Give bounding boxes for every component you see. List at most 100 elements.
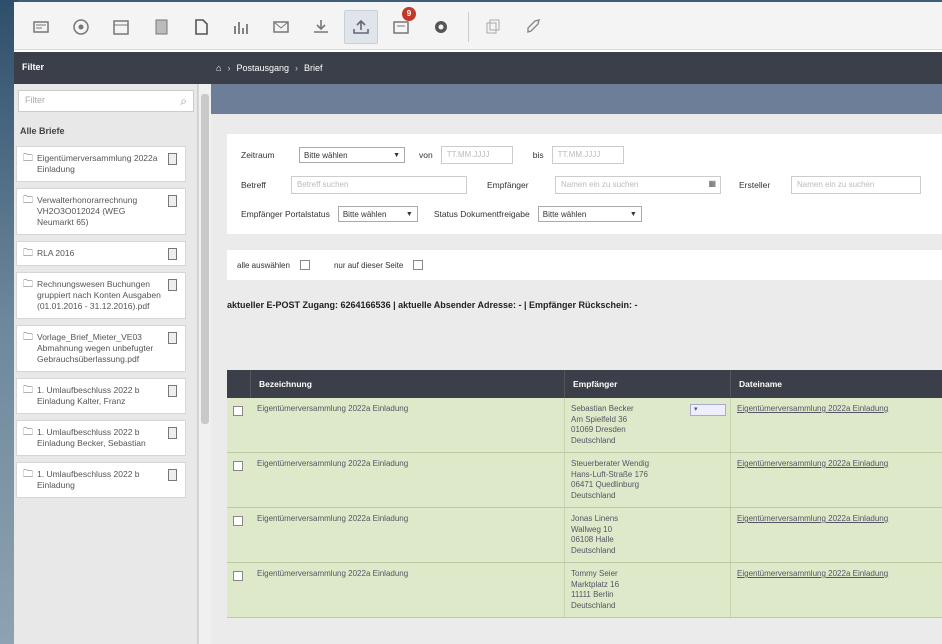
betreff-input[interactable]: Betreff suchen: [291, 176, 467, 194]
letter-title: Verwalterhonorarrechnung VH2O3O012024 (W…: [37, 195, 138, 227]
document-icon: [155, 19, 168, 35]
recipient-line: Deutschland: [571, 600, 616, 610]
letter-list-item[interactable]: 🗀 1. Umlaufbeschluss 2022 b Einladung Bec…: [16, 420, 186, 456]
document-tool-button[interactable]: [144, 10, 178, 44]
portalstatus-label: Empfänger Portalstatus: [241, 209, 330, 219]
header-dateiname[interactable]: Dateiname: [731, 370, 942, 398]
mail-tool-button[interactable]: [24, 10, 58, 44]
ersteller-input[interactable]: Namen ein zu suchen: [791, 176, 921, 194]
row-file-link[interactable]: Eigentümerversammlung 2022a Einladung: [731, 398, 942, 452]
header-empfaenger[interactable]: Empfänger: [565, 370, 731, 398]
folder-icon: 🗀: [23, 385, 33, 396]
zeitraum-select[interactable]: Bitte wählen ▼: [299, 147, 405, 163]
rocket-tool-button[interactable]: [516, 10, 550, 44]
empfaenger-label: Empfänger: [487, 180, 529, 190]
row-title: Eigentümerversammlung 2022a Einladung: [251, 563, 565, 617]
recipient-line: Am Spielfeld 36: [571, 414, 628, 424]
table-header: Bezeichnung Empfänger Dateiname: [227, 370, 942, 398]
download-tool-button[interactable]: [304, 10, 338, 44]
von-label: von: [419, 150, 433, 160]
recipient-line: Hans-Luft-Straße 176: [571, 469, 648, 479]
recipient-line: Deutschland: [571, 545, 616, 555]
row-file-link[interactable]: Eigentümerversammlung 2022a Einladung: [731, 563, 942, 617]
row-checkbox[interactable]: [233, 406, 243, 416]
table-row[interactable]: Eigentümerversammlung 2022a Einladung Seb…: [227, 398, 942, 453]
chart-tool-button[interactable]: [224, 10, 258, 44]
trash-icon[interactable]: [168, 248, 177, 260]
folder-icon: 🗀: [23, 469, 33, 480]
this-page-checkbox[interactable]: [413, 260, 424, 270]
row-file-link[interactable]: Eigentümerversammlung 2022a Einladung: [731, 508, 942, 562]
download-icon: [314, 20, 328, 33]
scrollbar-thumb[interactable]: [201, 94, 209, 424]
row-file-link[interactable]: Eigentümerversammlung 2022a Einladung: [731, 453, 942, 507]
address-select[interactable]: ▾: [690, 404, 726, 416]
trash-icon[interactable]: [168, 195, 177, 207]
letter-list-item[interactable]: 🗀 Verwalterhonorarrechnung VH2O3O012024 (…: [16, 188, 186, 235]
envelope-tool-button[interactable]: [264, 10, 298, 44]
row-checkbox-cell: [227, 563, 251, 617]
trash-icon[interactable]: [168, 385, 177, 397]
envelope-icon: [273, 21, 289, 33]
sidebar-scrollbar[interactable]: [198, 84, 211, 644]
letter-title: Eigentümerversammlung 2022a Einladung: [37, 153, 158, 174]
letter-list-item[interactable]: 🗀 Eigentümerversammlung 2022a Einladung: [16, 146, 186, 182]
home-icon[interactable]: ⌂: [216, 63, 221, 73]
sidebar-header: Filter: [14, 52, 198, 84]
chevron-down-icon: ▼: [629, 210, 637, 218]
trash-icon[interactable]: [168, 427, 177, 439]
folder-icon: 🗀: [23, 427, 33, 438]
table-row[interactable]: Eigentümerversammlung 2022a Einladung Jon…: [227, 508, 942, 563]
search-icon[interactable]: ⌕: [180, 94, 187, 109]
header-bezeichnung[interactable]: Bezeichnung: [251, 370, 565, 398]
bis-date-input[interactable]: TT.MM.JJJJ: [551, 146, 624, 164]
breadcrumb-brief[interactable]: Brief: [304, 63, 323, 73]
toolbar-separator: [468, 12, 469, 42]
letter-list-item[interactable]: 🗀 Rechnungswesen Buchungen gruppiert nach…: [16, 272, 186, 319]
von-date-input[interactable]: TT.MM.JJJJ: [440, 146, 513, 164]
upload-tool-button[interactable]: [344, 10, 378, 44]
trash-icon[interactable]: [168, 279, 177, 291]
portalstatus-select[interactable]: Bitte wählen ▼: [337, 206, 418, 222]
sidebar: Filter ⌕ Alle Briefe 🗀 Eigentümerversamml…: [14, 84, 198, 644]
row-checkbox[interactable]: [233, 571, 243, 581]
content-header-band: [211, 84, 942, 114]
ersteller-label: Ersteller: [739, 180, 771, 190]
row-title: Eigentümerversammlung 2022a Einladung: [251, 398, 565, 452]
chart-icon: [234, 22, 248, 34]
account-info-line: aktueller E-POST Zugang: 6264166536 | ak…: [227, 300, 638, 310]
recipient-line: Marktplatz 16: [571, 579, 620, 589]
page-tool-button[interactable]: [184, 10, 218, 44]
select-all-checkbox[interactable]: [299, 260, 310, 270]
folder-icon: 🗀: [23, 279, 33, 290]
main-content: Zeitraum Bitte wählen ▼ von TT.MM.JJJJ b…: [211, 114, 942, 644]
table-row[interactable]: Eigentümerversammlung 2022a Einladung Ste…: [227, 453, 942, 508]
chevron-down-icon: ▼: [405, 210, 413, 218]
row-checkbox[interactable]: [233, 516, 243, 526]
recipient-line: Deutschland: [571, 435, 616, 445]
row-checkbox[interactable]: [233, 461, 243, 471]
gear-tool-button[interactable]: [424, 10, 458, 44]
trash-icon[interactable]: [168, 153, 177, 165]
dokumentfreigabe-select[interactable]: Bitte wählen ▼: [537, 206, 642, 222]
row-checkbox-cell: [227, 508, 251, 562]
breadcrumb-postausgang[interactable]: Postausgang: [236, 63, 289, 73]
address-book-icon[interactable]: ▦: [708, 179, 716, 188]
trash-icon[interactable]: [168, 332, 177, 344]
filter-input[interactable]: Filter ⌕: [18, 90, 194, 112]
table-row[interactable]: Eigentümerversammlung 2022a Einladung Tom…: [227, 563, 942, 618]
trash-icon[interactable]: [168, 469, 177, 481]
calendar-tool-button[interactable]: [104, 10, 138, 44]
letter-list-item[interactable]: 🗀 RLA 2016: [16, 241, 186, 266]
row-checkbox-cell: [227, 398, 251, 452]
breadcrumb-separator: ›: [227, 63, 231, 73]
rocket-icon: [527, 19, 540, 33]
target-tool-button[interactable]: [64, 10, 98, 44]
letter-list-item[interactable]: 🗀 1. Umlaufbeschluss 2022 b Einladung: [16, 462, 186, 498]
empfaenger-input[interactable]: Namen ein zu suchen ▦: [555, 176, 721, 194]
letter-list-item[interactable]: 🗀 1. Umlaufbeschluss 2022 b Einladung Kal…: [16, 378, 186, 414]
copy-tool-button[interactable]: [476, 10, 510, 44]
letter-list-item[interactable]: 🗀 Vorlage_Brief_Mieter_VE03 Abmahnung weg…: [16, 325, 186, 372]
inbox-tool-button[interactable]: 9: [384, 7, 418, 44]
target-icon: [73, 19, 89, 35]
